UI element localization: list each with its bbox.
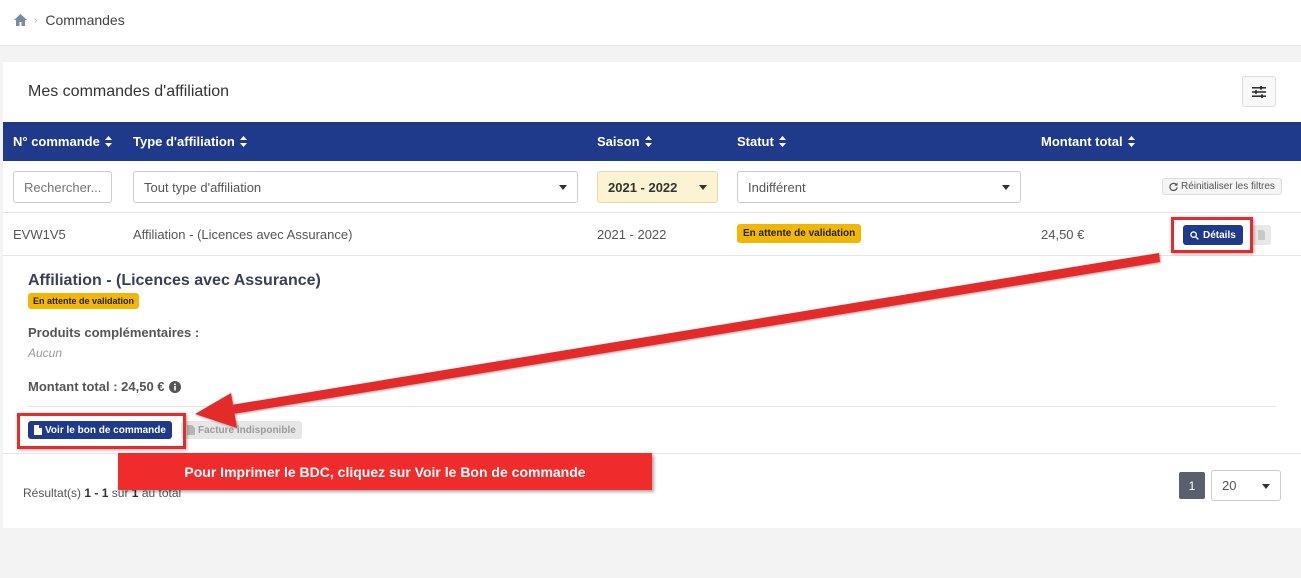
- sliders-icon: [1252, 85, 1266, 98]
- breadcrumb-current: Commandes: [45, 12, 125, 28]
- sort-icon: [239, 136, 247, 147]
- col-status[interactable]: Statut: [737, 134, 786, 149]
- divider: [28, 406, 1276, 407]
- total-amount: Montant total : 24,50 €: [28, 379, 181, 394]
- card-title: Mes commandes d'affiliation: [28, 83, 230, 100]
- cell-type: Affiliation - (Licences avec Assurance): [133, 227, 353, 242]
- sort-icon: [778, 136, 786, 147]
- search-input[interactable]: Rechercher...: [13, 171, 112, 203]
- sort-icon: [104, 136, 112, 147]
- breadcrumb-separator: ›: [34, 14, 38, 26]
- highlight-details-box: [1171, 217, 1253, 253]
- cell-order-number: EVW1V5: [13, 227, 66, 242]
- top-bar: › Commandes: [0, 0, 1301, 46]
- cell-status: En attente de validation: [737, 224, 862, 243]
- col-season[interactable]: Saison: [597, 134, 652, 149]
- detail-title: Affiliation - (Licences avec Assurance): [28, 272, 321, 289]
- table-header: N° commande Type d'affiliation Saison St…: [3, 122, 1301, 161]
- status-select[interactable]: Indifférent: [737, 171, 1021, 203]
- home-icon[interactable]: [13, 13, 28, 27]
- filters-row: Rechercher... Tout type d'affiliation 20…: [3, 161, 1301, 213]
- per-page-select[interactable]: 20: [1211, 470, 1281, 501]
- col-type[interactable]: Type d'affiliation: [133, 134, 247, 149]
- col-order-number[interactable]: N° commande: [13, 134, 112, 149]
- sort-icon: [644, 136, 652, 147]
- refresh-icon: [1169, 182, 1178, 191]
- annotation-callout: Pour Imprimer le BDC, cliquez sur Voir l…: [118, 453, 652, 490]
- chevron-down-icon: [1002, 185, 1010, 190]
- chevron-down-icon: [699, 185, 707, 190]
- detail-status-badge: En attente de validation: [28, 293, 140, 309]
- info-icon[interactable]: [168, 380, 181, 393]
- order-detail-panel: Affiliation - (Licences avec Assurance) …: [3, 256, 1301, 454]
- cell-season: 2021 - 2022: [597, 227, 667, 242]
- invoice-unavailable-button[interactable]: Facture indisponible: [181, 421, 302, 439]
- file-icon: [1258, 230, 1265, 240]
- type-select[interactable]: Tout type d'affiliation: [133, 171, 578, 203]
- highlight-view-order-box: [17, 413, 186, 449]
- season-select[interactable]: 2021 - 2022: [597, 171, 718, 203]
- download-disabled-button[interactable]: [1252, 225, 1271, 245]
- complementary-value: Aucun: [28, 346, 63, 360]
- complementary-label: Produits complémentaires :: [28, 325, 200, 340]
- col-total[interactable]: Montant total: [1041, 134, 1135, 149]
- file-icon: [187, 425, 195, 435]
- chevron-down-icon: [1262, 484, 1270, 489]
- chevron-down-icon: [559, 185, 567, 190]
- breadcrumb: › Commandes: [13, 12, 125, 28]
- table-row[interactable]: EVW1V5 Affiliation - (Licences avec Assu…: [3, 213, 1301, 256]
- filter-toggle-button[interactable]: [1242, 76, 1276, 107]
- reset-filters-button[interactable]: Réinitialiser les filtres: [1162, 178, 1282, 195]
- sort-icon: [1127, 136, 1135, 147]
- pagination-page-1[interactable]: 1: [1179, 472, 1205, 499]
- cell-total: 24,50 €: [1041, 227, 1085, 242]
- status-badge: En attente de validation: [737, 224, 862, 243]
